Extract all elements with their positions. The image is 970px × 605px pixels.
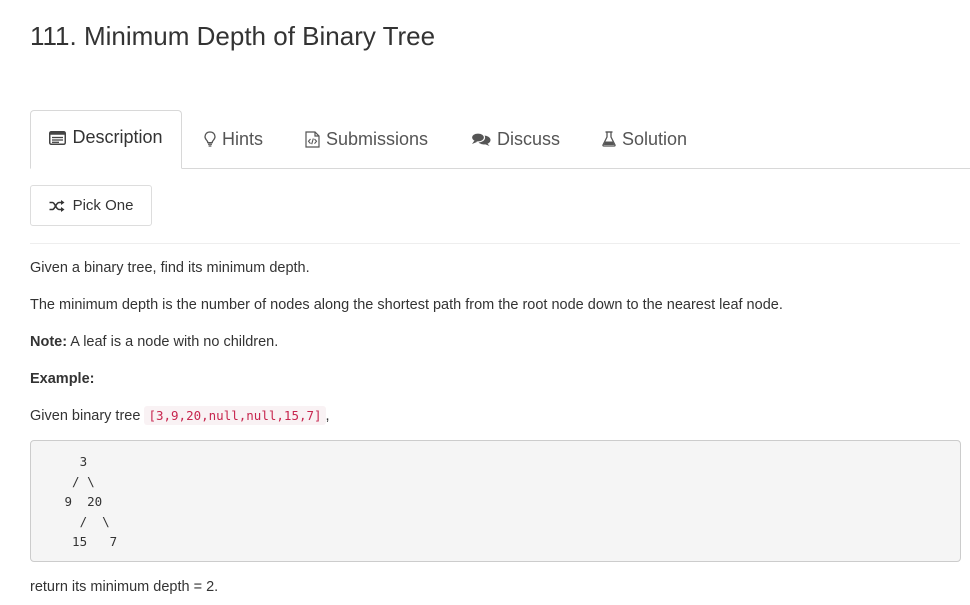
given-tree-code: [3,9,20,null,null,15,7] [144, 406, 326, 425]
pick-one-label: Pick One [72, 197, 134, 214]
tab-discuss[interactable]: Discuss [471, 110, 560, 168]
tab-discuss-label: Discuss [497, 128, 561, 149]
example-heading: Example: [30, 371, 95, 387]
flask-icon [602, 131, 616, 147]
page-title: 111. Minimum Depth of Binary Tree [30, 21, 436, 51]
given-suffix: , [325, 408, 330, 424]
tab-submissions-label: Submissions [326, 128, 429, 149]
tab-submissions[interactable]: Submissions [305, 110, 428, 168]
example-return: return its minimum depth = 2. [30, 579, 219, 595]
tab-bar: Description Hints Submissions Discuss So… [30, 110, 970, 169]
tab-solution-label: Solution [622, 128, 688, 149]
description-intro: Given a binary tree, find its minimum de… [30, 260, 310, 276]
note-label: Note: [30, 334, 68, 350]
tab-hints[interactable]: Hints [204, 110, 263, 168]
description-icon [49, 130, 67, 145]
note-text: A leaf is a node with no children. [67, 334, 279, 350]
description-definition: The minimum depth is the number of nodes… [30, 297, 783, 313]
example-given: Given binary tree [3,9,20,null,null,15,7… [30, 406, 330, 426]
description-note: Note: A leaf is a node with no children. [30, 332, 278, 352]
shuffle-icon [49, 199, 65, 212]
given-prefix: Given binary tree [30, 408, 145, 424]
tab-description[interactable]: Description [30, 110, 182, 169]
tab-solution[interactable]: Solution [602, 110, 687, 168]
tree-diagram-code-block: 3 / \ 9 20 / \ 15 7 [30, 440, 961, 562]
tab-description-label: Description [72, 127, 163, 147]
lightbulb-icon [204, 131, 216, 147]
code-file-icon [305, 130, 320, 148]
tab-hints-label: Hints [222, 128, 264, 149]
content-divider [30, 243, 960, 244]
comments-icon [471, 131, 491, 147]
pick-one-button[interactable]: Pick One [30, 185, 152, 226]
